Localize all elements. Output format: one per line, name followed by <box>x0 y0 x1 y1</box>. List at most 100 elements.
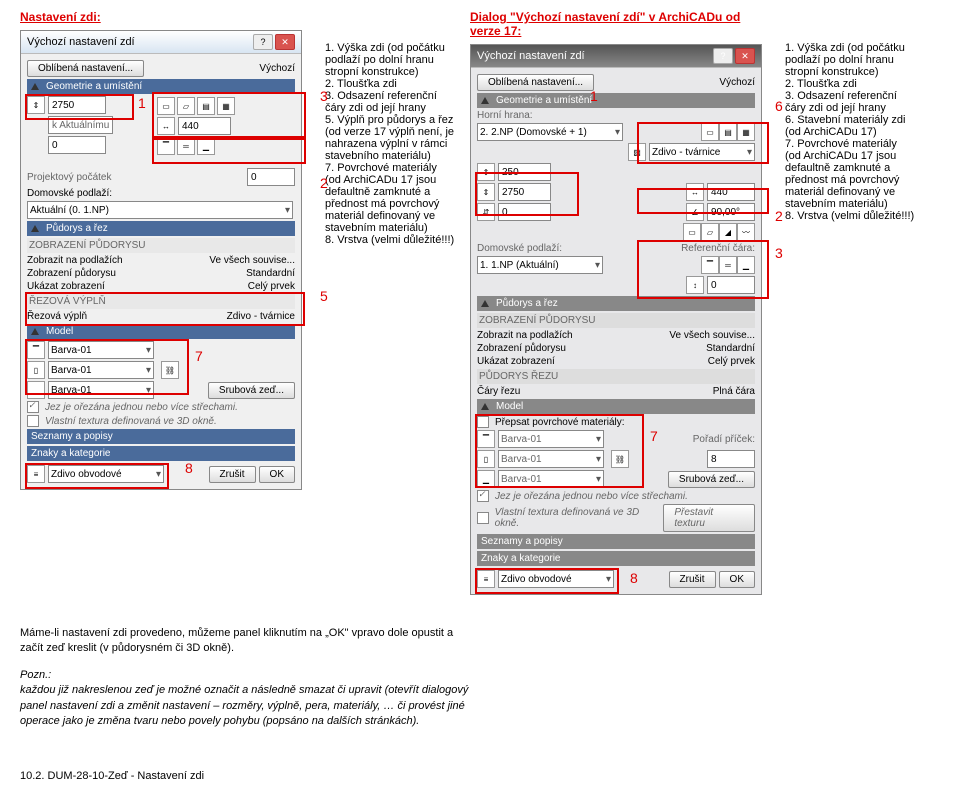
retex-btn[interactable]: Přestavit texturu <box>663 504 755 532</box>
layer-select[interactable]: Zdivo obvodové <box>48 465 164 483</box>
rl2-icon[interactable]: ═ <box>719 256 737 274</box>
close-icon[interactable]: ✕ <box>275 34 295 50</box>
proj-input[interactable]: 0 <box>247 168 295 186</box>
link-icon[interactable]: ⛓ <box>161 361 179 379</box>
bottom-left: Máme-li nastavení zdi provedeno, můžeme … <box>20 615 470 740</box>
ref1-icon[interactable]: ▔ <box>157 137 175 155</box>
off-icon: ⇵ <box>477 203 495 221</box>
sh1-icon[interactable]: ▭ <box>683 223 701 241</box>
link-icon[interactable]: ⛓ <box>611 450 629 468</box>
section-geometry[interactable]: Geometrie a umístění <box>27 79 295 94</box>
srub-btn-r[interactable]: Srubová zeď... <box>668 471 755 488</box>
shape3-icon[interactable]: ▤ <box>197 97 215 115</box>
triangle-icon <box>481 403 489 410</box>
refoff-icon: ↕ <box>686 276 704 294</box>
cut-hdr: ŘEZOVÁ VÝPLŇ <box>27 294 295 309</box>
ref-select[interactable]: 2. 2.NP (Domovské + 1) <box>477 123 623 141</box>
width-icon: ↔ <box>157 117 175 135</box>
floor-sel[interactable]: 1. 1.NP (Aktuální) <box>477 256 603 274</box>
window-buttons: ? ✕ <box>253 34 295 50</box>
trim-check[interactable] <box>27 401 39 413</box>
r-tags[interactable]: Znaky a kategorie <box>477 551 755 566</box>
h-input[interactable]: 250 <box>498 163 551 181</box>
rb3[interactable]: Barva-01 <box>498 470 604 488</box>
section-tags[interactable]: Znaky a kategorie <box>27 446 295 461</box>
r-sec-model[interactable]: Model <box>477 399 755 414</box>
prio-input[interactable]: 8 <box>707 450 755 468</box>
group-hdr: ZOBRAZENÍ PŮDORYSU <box>27 238 295 253</box>
off-input[interactable]: 0 <box>498 203 551 221</box>
b2-select[interactable]: Barva-01 <box>48 361 154 379</box>
close-icon[interactable]: ✕ <box>735 48 755 64</box>
triangle-icon <box>31 225 39 232</box>
b1-select[interactable]: Barva-01 <box>48 341 154 359</box>
sh2-icon[interactable]: ▱ <box>701 223 719 241</box>
rl3-icon[interactable]: ▁ <box>737 256 755 274</box>
type2-icon[interactable]: ▤ <box>719 123 737 141</box>
r-sec-floor[interactable]: Půdorys a řez <box>477 296 755 311</box>
rnum-3: 3 <box>775 245 783 261</box>
floor-row: Domovské podlaží: <box>27 188 295 199</box>
h2-icon: ⇕ <box>477 183 495 201</box>
tex-ck <box>477 512 489 524</box>
trim-ck[interactable] <box>477 490 489 502</box>
num-7: 7 <box>195 348 203 364</box>
srub-button[interactable]: Srubová zeď... <box>208 382 295 399</box>
over-check[interactable] <box>477 416 489 428</box>
rb1[interactable]: Barva-01 <box>498 430 604 448</box>
triangle-icon <box>31 328 39 335</box>
rl1-icon[interactable]: ▔ <box>701 256 719 274</box>
rnum-7: 7 <box>650 428 658 444</box>
ok-r[interactable]: OK <box>719 571 755 588</box>
help-icon[interactable]: ? <box>253 34 273 50</box>
help-icon[interactable]: ? <box>713 48 733 64</box>
offset-input[interactable]: 0 <box>48 136 106 154</box>
shape2-icon[interactable]: ▱ <box>177 97 195 115</box>
mat-icon[interactable]: ▨ <box>628 143 646 161</box>
b3-select[interactable]: Barva-01 <box>48 381 154 399</box>
rb2[interactable]: Barva-01 <box>498 450 604 468</box>
refoff-input[interactable]: 0 <box>707 276 755 294</box>
rtitle: Výchozí nastavení zdí <box>477 50 585 62</box>
ang-input[interactable]: 90,00° <box>707 203 755 221</box>
tex-check <box>27 415 39 427</box>
sh3-icon[interactable]: ◢ <box>719 223 737 241</box>
h2-input[interactable]: 2750 <box>498 183 551 201</box>
rbody: Oblíbená nastavení...Výchozí Geometrie a… <box>471 68 761 594</box>
section-floorplan[interactable]: Půdorys a řez <box>27 221 295 236</box>
titlebar: Výchozí nastavení zdí ? ✕ <box>21 31 301 54</box>
koffset: k Aktuálnímu <box>48 116 113 134</box>
w-icon: ↔ <box>686 183 704 201</box>
s3-icon: ▁ <box>477 470 495 488</box>
height-input[interactable]: 2750 <box>48 96 106 114</box>
favorites-button[interactable]: Oblíbená nastavení... <box>27 60 144 77</box>
ok-button[interactable]: OK <box>259 466 295 483</box>
surf-top-icon: ▔ <box>27 341 45 359</box>
ref3-icon[interactable]: ▁ <box>197 137 215 155</box>
r-sec-geom[interactable]: Geometrie a umístění <box>477 93 755 108</box>
r-lists[interactable]: Seznamy a popisy <box>477 534 755 549</box>
floor-select[interactable]: Aktuální (0. 1.NP) <box>27 201 293 219</box>
sh4-icon[interactable]: 〰 <box>737 223 755 241</box>
s2-icon: ▯ <box>477 450 495 468</box>
cancel-r[interactable]: Zrušit <box>669 571 716 588</box>
fav-button[interactable]: Oblíbená nastavení... <box>477 74 594 91</box>
cut-block: ŘEZOVÁ VÝPLŇ Řezová výplňZdivo - tvárnic… <box>27 294 295 322</box>
dialog-left: Výchozí nastavení zdí ? ✕ Oblíbená nasta… <box>20 30 302 490</box>
section-lists[interactable]: Seznamy a popisy <box>27 429 295 444</box>
mat-select[interactable]: Zdivo - tvárnice <box>649 143 755 161</box>
para-1: Máme-li nastavení zdi provedeno, můžeme … <box>20 626 470 657</box>
type1-icon[interactable]: ▭ <box>701 123 719 141</box>
type3-icon[interactable]: ▦ <box>737 123 755 141</box>
layer-sel-r[interactable]: Zdivo obvodové <box>498 570 614 588</box>
section-model[interactable]: Model <box>27 324 295 339</box>
cancel-button[interactable]: Zrušit <box>209 466 256 483</box>
w-input[interactable]: 440 <box>707 183 755 201</box>
ref2-icon[interactable]: ═ <box>177 137 195 155</box>
width-input[interactable]: 440 <box>178 117 231 135</box>
shape4-icon[interactable]: ▦ <box>217 97 235 115</box>
num-3: 3 <box>320 88 328 104</box>
triangle-icon <box>481 97 489 104</box>
ang-icon: ∠ <box>686 203 704 221</box>
shape1-icon[interactable]: ▭ <box>157 97 175 115</box>
